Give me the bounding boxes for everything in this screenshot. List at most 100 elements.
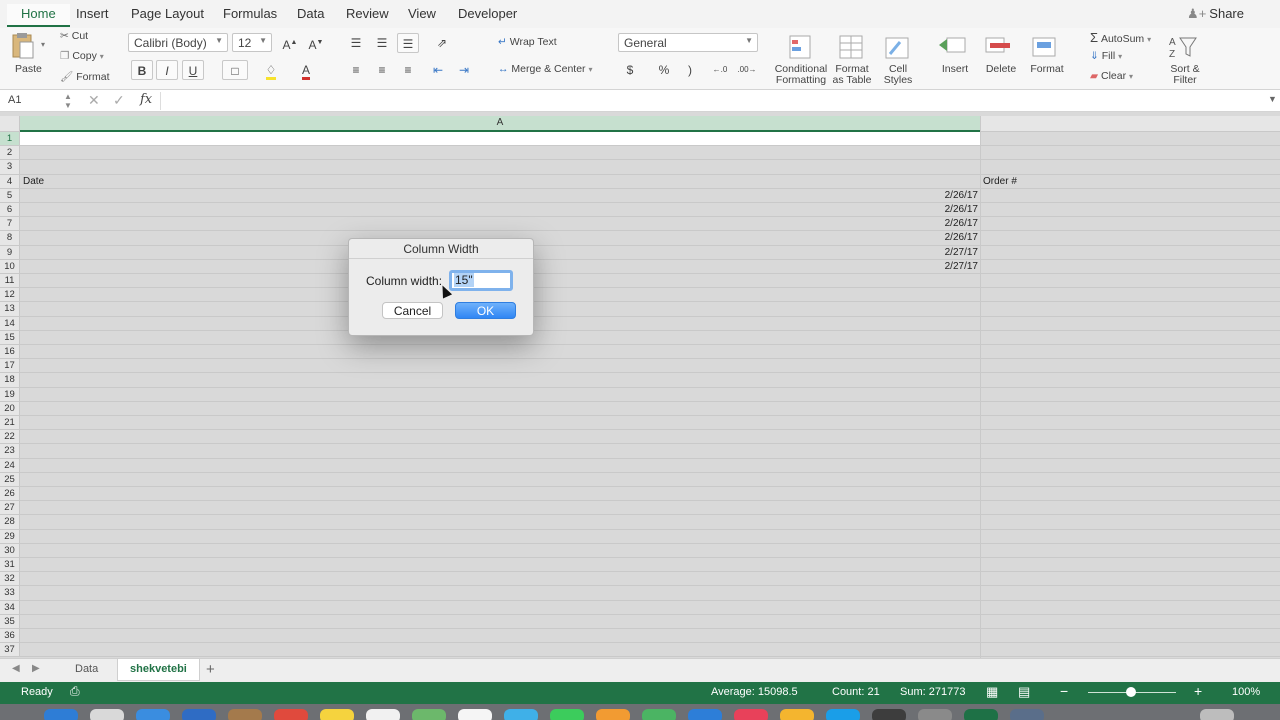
- bold-button[interactable]: B: [131, 60, 153, 80]
- row-header[interactable]: 18: [0, 373, 20, 387]
- row-header[interactable]: 23: [0, 444, 20, 458]
- chevron-down-icon[interactable]: ▾: [41, 40, 45, 49]
- font-size-dropdown[interactable]: 12 ▼: [232, 33, 272, 52]
- sheet-tab-shekvetebi[interactable]: shekvetebi: [117, 659, 200, 681]
- column-width-input[interactable]: 15": [449, 270, 513, 291]
- row-header[interactable]: 2: [0, 146, 20, 160]
- excel-icon[interactable]: [964, 709, 998, 720]
- row-header[interactable]: 21: [0, 416, 20, 430]
- row-header[interactable]: 24: [0, 458, 20, 472]
- cancel-entry-icon[interactable]: ✕: [88, 92, 100, 109]
- wrap-text-button[interactable]: ↵ Wrap Text: [498, 36, 557, 48]
- row-header[interactable]: 9: [0, 245, 20, 259]
- column-header-b[interactable]: [981, 116, 1280, 132]
- contacts-icon[interactable]: [228, 709, 262, 720]
- numbers-icon[interactable]: [642, 709, 676, 720]
- row-header[interactable]: 11: [0, 274, 20, 288]
- photos-icon[interactable]: [458, 709, 492, 720]
- share-button[interactable]: ♟+ Share: [1187, 6, 1244, 22]
- expand-formula-icon[interactable]: ▼: [1268, 94, 1277, 104]
- cell-a7[interactable]: 2/26/17: [21, 217, 980, 230]
- row-header[interactable]: 37: [0, 643, 20, 657]
- cell-a5[interactable]: 2/26/17: [21, 189, 980, 202]
- percent-button[interactable]: %: [653, 60, 675, 80]
- tab-developer[interactable]: Developer: [458, 6, 517, 21]
- column-header-a[interactable]: A: [20, 116, 980, 132]
- calendar-icon[interactable]: [274, 709, 308, 720]
- delete-cells-button[interactable]: [984, 34, 1014, 58]
- row-header[interactable]: 12: [0, 288, 20, 302]
- row-header[interactable]: 5: [0, 188, 20, 202]
- row-header[interactable]: 35: [0, 614, 20, 628]
- cancel-button[interactable]: Cancel: [382, 302, 443, 319]
- insert-cells-button[interactable]: [937, 34, 967, 58]
- facetime-icon[interactable]: [550, 709, 584, 720]
- ok-button[interactable]: OK: [455, 302, 516, 319]
- name-box[interactable]: A1: [8, 94, 21, 106]
- row-header[interactable]: 17: [0, 359, 20, 373]
- decrease-font-button[interactable]: A▼: [305, 33, 327, 53]
- macro-record-icon[interactable]: ⎙: [70, 684, 80, 699]
- messages-icon[interactable]: [504, 709, 538, 720]
- mail-icon[interactable]: [182, 709, 216, 720]
- itunes-icon[interactable]: [734, 709, 768, 720]
- row-header[interactable]: 30: [0, 543, 20, 557]
- cell-styles-button[interactable]: [882, 32, 912, 62]
- prev-sheet-icon[interactable]: ◀: [12, 663, 20, 674]
- currency-button[interactable]: $: [619, 60, 641, 80]
- clear-button[interactable]: ▰ Clear ▾: [1090, 70, 1133, 82]
- row-header[interactable]: 34: [0, 600, 20, 614]
- zoom-out-button[interactable]: −: [1060, 683, 1068, 699]
- row-header[interactable]: 36: [0, 629, 20, 643]
- increase-decimal-button[interactable]: ←.0: [709, 60, 731, 80]
- comma-style-button[interactable]: ): [679, 60, 701, 80]
- increase-font-button[interactable]: A▲: [279, 33, 301, 53]
- decrease-indent-button[interactable]: ⇤: [427, 60, 449, 80]
- borders-button[interactable]: □: [222, 60, 248, 80]
- autosum-button[interactable]: Σ AutoSum ▾: [1090, 30, 1151, 45]
- row-header[interactable]: 15: [0, 330, 20, 344]
- tab-data[interactable]: Data: [297, 6, 324, 21]
- row-header[interactable]: 3: [0, 160, 20, 174]
- align-left-button[interactable]: ≡: [345, 60, 367, 80]
- cell-a6[interactable]: 2/26/17: [21, 203, 980, 216]
- fill-button[interactable]: ⇓ Fill ▾: [1090, 50, 1122, 62]
- tab-insert[interactable]: Insert: [76, 6, 109, 21]
- name-box-arrows-icon[interactable]: ▲ ▼: [64, 92, 72, 110]
- font-color-button[interactable]: A: [295, 60, 317, 80]
- tab-page-layout[interactable]: Page Layout: [131, 6, 204, 21]
- row-header[interactable]: 31: [0, 558, 20, 572]
- tab-formulas[interactable]: Formulas: [223, 6, 277, 21]
- row-header[interactable]: 29: [0, 529, 20, 543]
- align-top-button[interactable]: ☰: [345, 33, 367, 53]
- reminders-icon[interactable]: [366, 709, 400, 720]
- word-icon[interactable]: [1010, 709, 1044, 720]
- format-as-table-button[interactable]: [836, 32, 866, 62]
- zoom-in-button[interactable]: +: [1194, 683, 1202, 699]
- row-header[interactable]: 26: [0, 487, 20, 501]
- row-header[interactable]: 19: [0, 387, 20, 401]
- tab-review[interactable]: Review: [346, 6, 389, 21]
- align-right-button[interactable]: ≡: [397, 60, 419, 80]
- underline-button[interactable]: U: [182, 60, 204, 80]
- trash-icon[interactable]: [1200, 709, 1234, 720]
- cell-a4[interactable]: Date: [21, 175, 321, 188]
- row-header[interactable]: 4: [0, 174, 20, 188]
- ibooks-icon[interactable]: [596, 709, 630, 720]
- orientation-button[interactable]: ⇗: [429, 33, 455, 53]
- align-bottom-button[interactable]: ☰: [397, 33, 419, 53]
- format-painter-button[interactable]: 🖌 Format: [60, 70, 110, 83]
- align-center-button[interactable]: ≡: [371, 60, 393, 80]
- row-header[interactable]: 10: [0, 259, 20, 273]
- add-sheet-button[interactable]: +: [206, 661, 215, 678]
- italic-button[interactable]: I: [156, 60, 178, 80]
- finder-icon[interactable]: [44, 709, 78, 720]
- font-name-dropdown[interactable]: Calibri (Body) ▼: [128, 33, 228, 52]
- cell-b4[interactable]: Order #: [981, 175, 1019, 188]
- cut-button[interactable]: ✂ Cut: [60, 30, 88, 42]
- confirm-entry-icon[interactable]: ✓: [113, 92, 125, 109]
- notes-icon[interactable]: [320, 709, 354, 720]
- row-header[interactable]: 22: [0, 430, 20, 444]
- row-header[interactable]: 13: [0, 302, 20, 316]
- row-header[interactable]: 14: [0, 316, 20, 330]
